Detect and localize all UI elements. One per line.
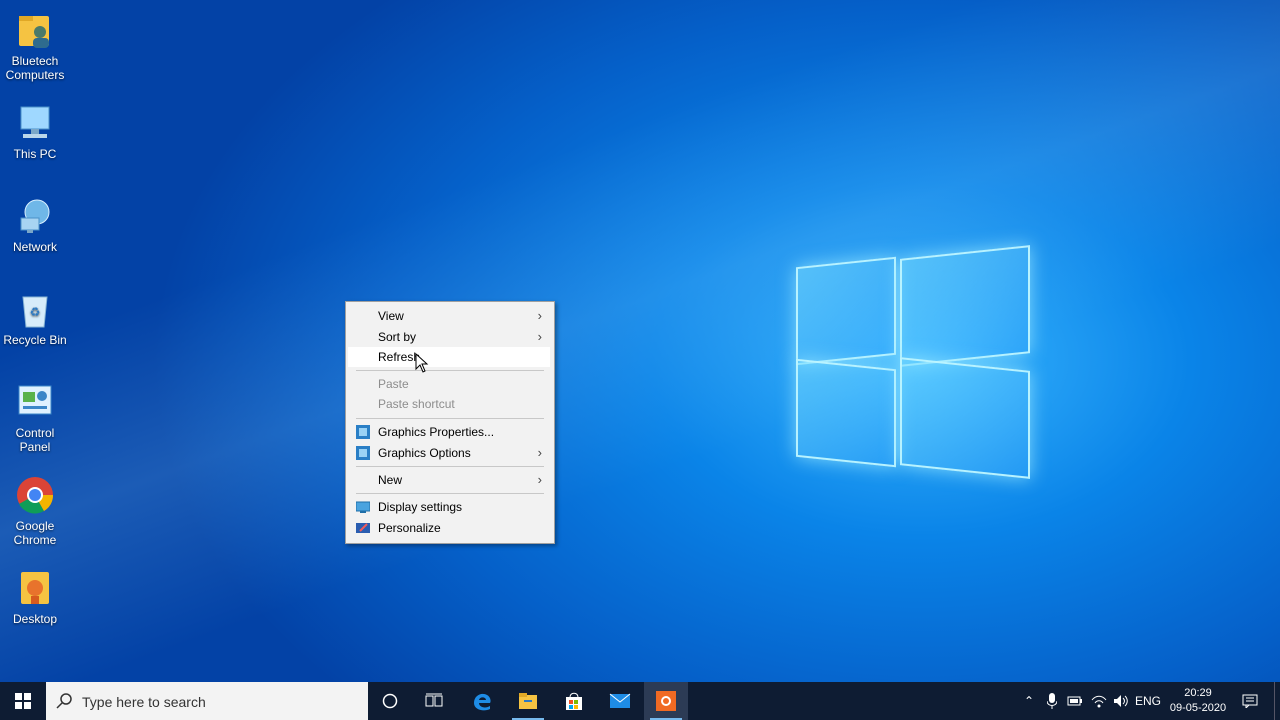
personalize-icon bbox=[356, 521, 370, 535]
file-explorer-icon bbox=[519, 693, 537, 709]
chrome-icon bbox=[15, 475, 55, 515]
action-center-button[interactable] bbox=[1236, 682, 1264, 720]
desktop-icon-label: Google Chrome bbox=[13, 519, 57, 547]
task-view-button[interactable] bbox=[412, 682, 456, 720]
store-bag-icon bbox=[566, 692, 582, 710]
start-button[interactable] bbox=[0, 682, 46, 720]
menu-separator bbox=[356, 493, 544, 494]
mail-icon bbox=[609, 693, 631, 708]
taskbar-app-recorder[interactable] bbox=[644, 682, 688, 720]
chevron-up-icon: ⌃ bbox=[1023, 694, 1035, 708]
menu-item-graphics-options[interactable]: Graphics Options › bbox=[348, 443, 550, 463]
windows-wallpaper-logo bbox=[796, 242, 1030, 480]
desktop-icon-network[interactable]: Network bbox=[0, 196, 70, 254]
computer-icon bbox=[15, 103, 55, 143]
chevron-right-icon: › bbox=[537, 308, 542, 323]
cortana-circle-icon bbox=[382, 693, 398, 709]
desktop-icon-recycle-bin[interactable]: ♻ Recycle Bin bbox=[0, 289, 70, 347]
taskbar: Type here to search ⌃ ENG 20:29 09-05-20… bbox=[0, 682, 1280, 720]
show-hidden-icons-button[interactable]: ⌃ bbox=[1018, 682, 1040, 720]
taskbar-app-store[interactable] bbox=[552, 682, 596, 720]
folder-icon bbox=[15, 568, 55, 608]
search-placeholder: Type here to search bbox=[82, 694, 206, 710]
menu-separator bbox=[356, 466, 544, 467]
volume-tray[interactable] bbox=[1110, 682, 1132, 720]
svg-text:♻: ♻ bbox=[30, 305, 41, 319]
screen-recorder-icon bbox=[656, 691, 676, 711]
intel-graphics-icon bbox=[356, 446, 370, 460]
menu-item-sort-by[interactable]: Sort by › bbox=[348, 327, 550, 347]
language-indicator: ENG bbox=[1134, 694, 1161, 708]
wifi-icon bbox=[1091, 695, 1107, 708]
microphone-icon bbox=[1047, 693, 1057, 709]
desktop-icon-label: Control Panel bbox=[15, 426, 55, 454]
menu-item-paste-shortcut: Paste shortcut bbox=[378, 397, 455, 411]
menu-separator bbox=[356, 418, 544, 419]
menu-item-graphics-properties[interactable]: Graphics Properties... bbox=[348, 422, 550, 442]
taskbar-clock[interactable]: 20:29 09-05-2020 bbox=[1160, 686, 1236, 716]
input-language-button[interactable]: ENG bbox=[1134, 682, 1162, 720]
control-panel-icon bbox=[15, 382, 55, 422]
menu-separator bbox=[356, 370, 544, 371]
microphone-tray[interactable] bbox=[1042, 682, 1062, 720]
windows-start-icon bbox=[15, 693, 31, 709]
intel-graphics-icon bbox=[356, 425, 370, 439]
chevron-right-icon: › bbox=[537, 445, 542, 460]
network-icon bbox=[15, 196, 55, 236]
mouse-cursor-icon bbox=[415, 353, 429, 373]
cortana-button[interactable] bbox=[368, 682, 412, 720]
desktop-icon-label: Desktop bbox=[12, 612, 58, 626]
clock-date: 09-05-2020 bbox=[1169, 702, 1227, 714]
notification-icon bbox=[1242, 694, 1258, 708]
menu-item-refresh[interactable]: Refresh bbox=[348, 347, 550, 367]
battery-plug-icon bbox=[1067, 696, 1082, 706]
taskbar-app-edge[interactable] bbox=[460, 682, 504, 720]
desktop-icon-label: Bluetech Computers bbox=[5, 54, 65, 82]
desktop-icon-user-folder[interactable]: Bluetech Computers bbox=[0, 10, 70, 82]
show-desktop-button[interactable] bbox=[1274, 682, 1280, 720]
desktop-icon-label: This PC bbox=[13, 147, 57, 161]
taskbar-app-mail[interactable] bbox=[598, 682, 642, 720]
network-tray[interactable] bbox=[1088, 682, 1110, 720]
user-folder-icon bbox=[15, 10, 55, 50]
menu-item-personalize[interactable]: Personalize bbox=[348, 518, 550, 538]
taskbar-search-box[interactable]: Type here to search bbox=[46, 682, 368, 720]
desktop-icon-control-panel[interactable]: Control Panel bbox=[0, 382, 70, 454]
desktop-icon-desktop-folder[interactable]: Desktop bbox=[0, 568, 70, 626]
display-icon bbox=[355, 500, 371, 514]
desktop-icon-label: Recycle Bin bbox=[3, 333, 67, 347]
menu-item-view[interactable]: View › bbox=[348, 306, 550, 326]
wallpaper-light-beam bbox=[0, 0, 1280, 720]
speaker-icon bbox=[1114, 695, 1128, 707]
chevron-right-icon: › bbox=[537, 329, 542, 344]
battery-tray[interactable] bbox=[1064, 682, 1086, 720]
edge-icon bbox=[474, 693, 491, 711]
desktop-icon-label: Network bbox=[12, 240, 57, 254]
menu-item-paste: Paste bbox=[378, 377, 409, 391]
clock-time: 20:29 bbox=[1184, 687, 1212, 699]
menu-item-new[interactable]: New › bbox=[348, 470, 550, 490]
task-view-icon bbox=[425, 693, 443, 707]
recycle-bin-icon: ♻ bbox=[15, 289, 55, 329]
desktop-icon-google-chrome[interactable]: Google Chrome bbox=[0, 475, 70, 547]
chevron-right-icon: › bbox=[537, 472, 542, 487]
menu-item-display-settings[interactable]: Display settings bbox=[348, 497, 550, 517]
search-icon bbox=[56, 693, 72, 709]
desktop-context-menu: View › Sort by › Refresh Paste Paste sho… bbox=[345, 301, 555, 544]
taskbar-app-file-explorer[interactable] bbox=[506, 682, 550, 720]
desktop-icon-this-pc[interactable]: This PC bbox=[0, 103, 70, 161]
